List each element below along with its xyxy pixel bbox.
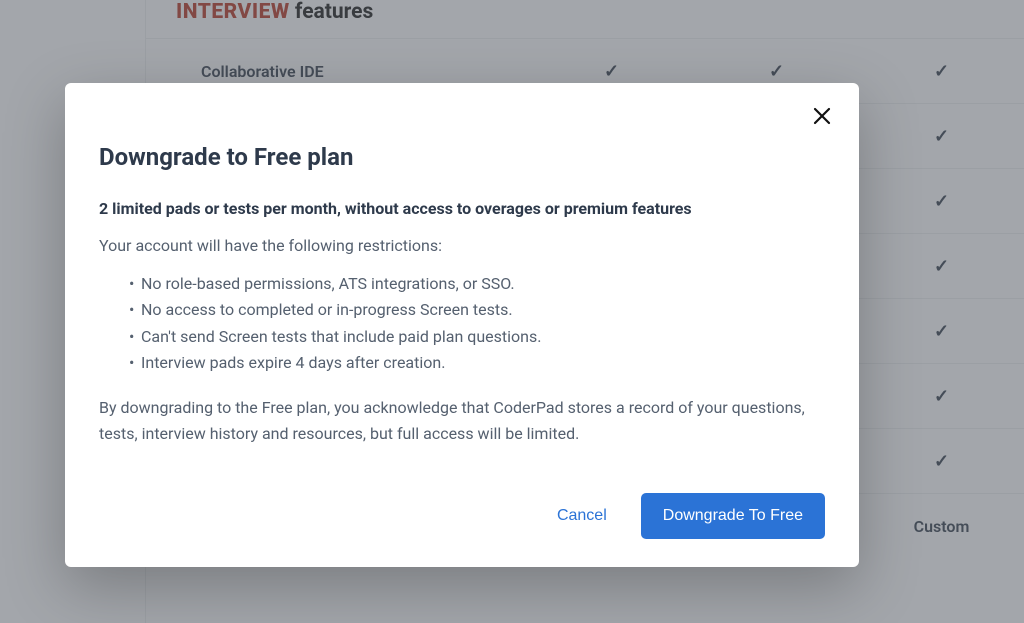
modal-subhead: 2 limited pads or tests per month, witho… <box>99 199 825 218</box>
downgrade-modal: Downgrade to Free plan 2 limited pads or… <box>65 83 859 567</box>
cancel-button[interactable]: Cancel <box>551 497 613 535</box>
modal-disclaimer: By downgrading to the Free plan, you ack… <box>99 395 825 448</box>
restriction-item: No role-based permissions, ATS integrati… <box>129 271 825 297</box>
restriction-item: Can't send Screen tests that include pai… <box>129 324 825 350</box>
modal-intro: Your account will have the following res… <box>99 236 825 255</box>
restriction-item: No access to completed or in-progress Sc… <box>129 297 825 323</box>
modal-title: Downgrade to Free plan <box>99 143 825 171</box>
restrictions-list: No role-based permissions, ATS integrati… <box>129 271 825 377</box>
modal-actions: Cancel Downgrade To Free <box>99 493 825 539</box>
close-icon <box>812 106 832 126</box>
close-button[interactable] <box>805 99 839 133</box>
downgrade-confirm-button[interactable]: Downgrade To Free <box>641 493 825 539</box>
restriction-item: Interview pads expire 4 days after creat… <box>129 350 825 376</box>
